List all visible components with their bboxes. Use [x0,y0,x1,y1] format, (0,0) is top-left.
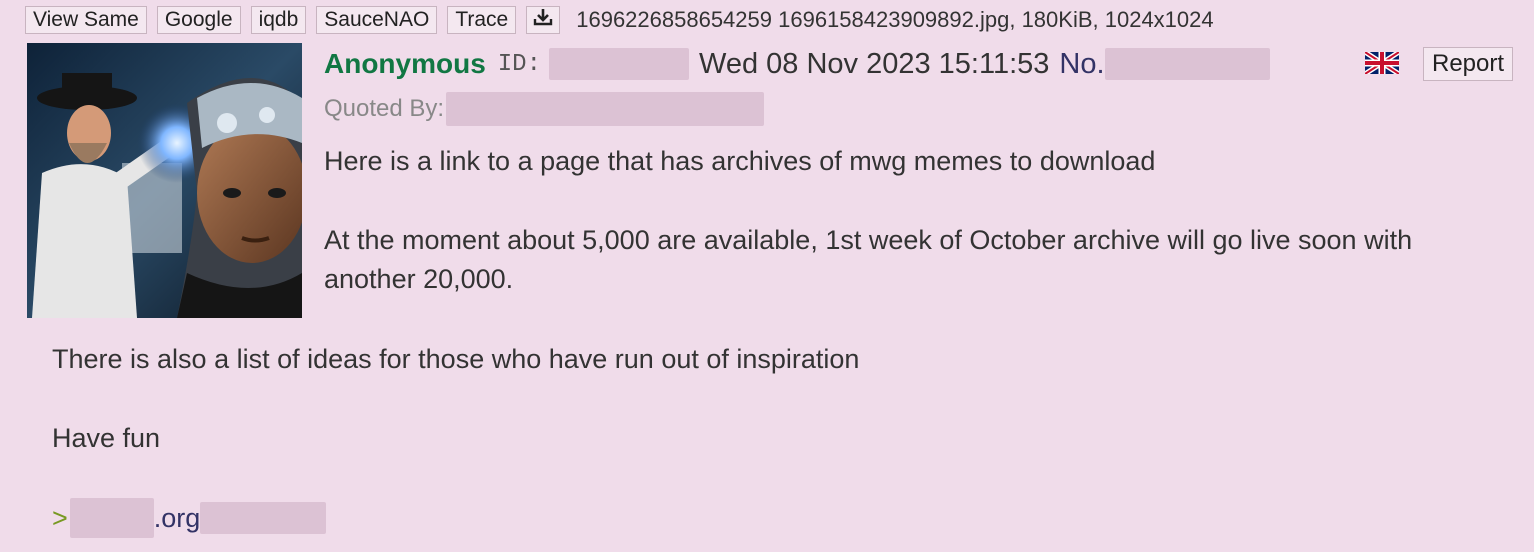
post-body-line-1: Here is a link to a page that has archiv… [324,146,1156,176]
trace-search-button[interactable]: Trace [447,6,517,34]
greentext-marker: > [52,502,68,533]
post-body-line-3: another 20,000. [324,264,514,294]
view-same-button[interactable]: View Same [25,6,147,34]
google-search-button[interactable]: Google [156,6,241,34]
link-redacted-1 [69,498,154,538]
saucenao-search-button[interactable]: SauceNAO [316,6,438,34]
poster-id-redacted [549,48,689,80]
poster-id-label: ID: [497,50,541,78]
post-body-line-4: There is also a list of ideas for those … [52,344,860,374]
file-info-bar: View Same Google iqdb SauceNAO Trace 169… [25,5,1214,35]
greentext-link[interactable]: > .org [52,498,327,538]
post-body-line-2: At the moment about 5,000 are available,… [324,225,1413,255]
file-info-text: 1696226858654259 1696158423909892.jpg, 1… [576,7,1214,32]
post-number-redacted [1104,48,1270,80]
report-button[interactable]: Report [1423,47,1514,81]
quoted-by-label: Quoted By: [324,95,445,122]
link-redacted-2 [200,502,327,534]
download-button[interactable] [526,6,561,34]
quoted-by: Quoted By: [324,92,765,126]
quoted-by-redacted[interactable] [446,92,765,126]
link-domain-suffix[interactable]: .org [154,503,201,534]
iqdb-search-button[interactable]: iqdb [250,6,307,34]
poster-name: Anonymous [324,48,486,79]
post-number-label[interactable]: No. [1059,48,1104,81]
uk-flag-icon [1363,49,1401,77]
post-header: Anonymous ID: Wed 08 Nov 2023 15:11:53 N… [324,42,1270,86]
post-thumbnail[interactable] [27,43,302,318]
post-date: Wed 08 Nov 2023 15:11:53 [699,47,1050,80]
download-icon [533,7,553,34]
post-body-line-5: Have fun [52,423,161,453]
